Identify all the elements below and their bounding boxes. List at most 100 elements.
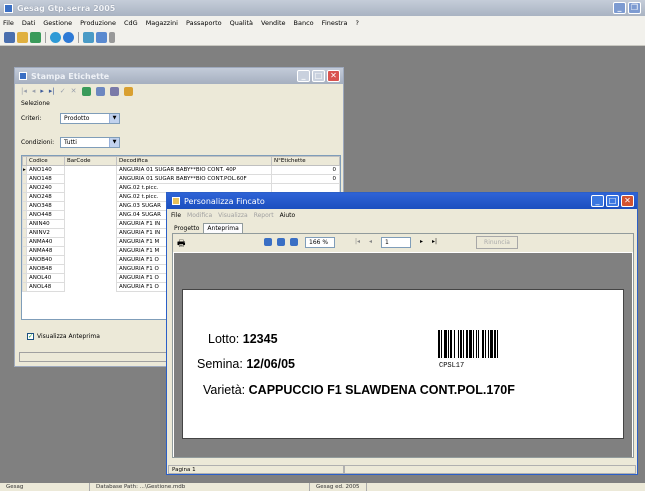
menu-vendite[interactable]: Vendite [261, 19, 286, 27]
cell-codice[interactable]: ANOB40 [26, 255, 65, 265]
zoom-select[interactable]: 166 % [305, 237, 335, 248]
menu-cdg[interactable]: CdG [124, 19, 138, 27]
col-codice[interactable]: Codice [26, 156, 65, 166]
maximize-button[interactable]: □ [312, 70, 325, 82]
menu-passaporto[interactable]: Passaporto [186, 19, 222, 27]
calendar-icon[interactable] [96, 31, 107, 43]
page-view-icon[interactable] [264, 238, 272, 246]
last-record-icon[interactable]: ▸| [49, 87, 55, 95]
stampa-etichette-titlebar: Stampa Etichette _ □ ✕ [15, 68, 343, 84]
next-page-icon[interactable]: ▸ [420, 238, 423, 245]
close-button[interactable]: ✕ [621, 195, 634, 207]
cell-codice[interactable]: ANMA40 [26, 237, 65, 247]
menu-report[interactable]: Report [254, 212, 274, 219]
minimize-button[interactable]: _ [613, 2, 626, 14]
last-page-icon[interactable]: ▸| [432, 238, 437, 245]
refresh-icon[interactable] [83, 31, 94, 43]
maximize-button[interactable]: □ [606, 195, 619, 207]
menu-visualizza[interactable]: Visualizza [218, 212, 248, 219]
col-barcode[interactable]: BarCode [64, 156, 117, 166]
col-netichette[interactable]: N°Etichette [271, 156, 340, 166]
col-decodifica[interactable]: Decodifica [116, 156, 272, 166]
cell-codice[interactable]: ANO240 [26, 183, 65, 193]
prev-record-icon[interactable]: ◂ [32, 87, 36, 95]
visualizza-anteprima-checkbox[interactable]: ✓ Visualizza Anteprima [27, 333, 100, 340]
semina-value: 12/06/05 [246, 357, 296, 371]
chart-icon[interactable] [123, 86, 133, 96]
excel-icon[interactable] [81, 86, 91, 96]
globe-icon[interactable] [50, 31, 61, 43]
tab-progetto[interactable]: Progetto [171, 224, 203, 233]
menu-magazzini[interactable]: Magazzini [146, 19, 178, 27]
close-button[interactable]: ✕ [327, 70, 340, 82]
first-record-icon[interactable]: |◂ [21, 87, 27, 95]
dropdown-icon[interactable] [109, 31, 115, 43]
chevron-down-icon[interactable]: ▼ [109, 138, 119, 147]
globe-alt-icon[interactable] [63, 31, 74, 43]
cell-codice[interactable]: ANOL48 [26, 282, 65, 292]
cell-codice[interactable]: ANINV2 [26, 228, 65, 238]
tab-anteprima[interactable]: Anteprima [203, 223, 243, 233]
restore-button[interactable]: ❐ [628, 2, 641, 14]
criteri-label: Criteri: [21, 115, 42, 122]
prev-page-icon[interactable]: ◂ [369, 238, 372, 245]
varieta-field: Varietà: CAPPUCCIO F1 SLAWDENA CONT.POL.… [203, 383, 515, 397]
minimize-button[interactable]: _ [591, 195, 604, 207]
checkbox-checked-icon[interactable]: ✓ [27, 333, 34, 340]
menu-finestra[interactable]: Finestra [322, 19, 348, 27]
menubar: File Dati Gestione Produzione CdG Magazz… [0, 16, 645, 29]
rinuncia-button[interactable]: Rinuncia [476, 236, 518, 249]
cancel-icon[interactable]: ✕ [71, 87, 77, 95]
table-row[interactable]: ▸ ANO140 ANGURIA 01 SUGAR BABY**BIO CONT. … [22, 165, 340, 205]
cell-codice[interactable]: ANO140 [26, 165, 65, 175]
cell-netichette[interactable]: 0 [271, 174, 340, 184]
table-row[interactable]: ANO148 ANGURIA 01 SUGAR BABY**BIO CONT.PO… [22, 174, 340, 205]
cell-decodifica[interactable]: ANGURIA 01 SUGAR BABY**BIO CONT.POL.60F [116, 174, 272, 184]
criteri-value: Prodotto [64, 115, 90, 122]
lotto-field: Lotto: 12345 [208, 332, 278, 346]
selezione-label: Selezione [21, 100, 50, 107]
minimize-button[interactable]: _ [297, 70, 310, 82]
print-icon[interactable] [109, 86, 119, 96]
cell-netichette[interactable]: 0 [271, 165, 340, 175]
cell-codice[interactable]: ANMA48 [26, 246, 65, 256]
cell-codice[interactable]: ANO448 [26, 210, 65, 220]
criteri-select[interactable]: Prodotto ▼ [60, 113, 120, 124]
menu-file[interactable]: File [3, 19, 14, 27]
menu-file[interactable]: File [171, 212, 181, 219]
chevron-down-icon[interactable]: ▼ [109, 114, 119, 123]
condizioni-label: Condizioni: [21, 139, 55, 146]
menu-produzione[interactable]: Produzione [80, 19, 116, 27]
next-record-icon[interactable]: ▸ [40, 87, 44, 95]
varieta-key: Varietà: [203, 383, 246, 397]
first-page-icon[interactable]: |◂ [355, 238, 360, 245]
save-icon[interactable] [4, 31, 15, 43]
cell-codice[interactable]: ANOB48 [26, 264, 65, 274]
semina-key: Semina: [197, 357, 243, 371]
page-input[interactable]: 1 [381, 237, 411, 248]
menu-dati[interactable]: Dati [22, 19, 35, 27]
open-folder-icon[interactable] [17, 31, 28, 43]
two-pages-icon[interactable] [277, 238, 285, 246]
cell-codice[interactable]: ANIN40 [26, 219, 65, 229]
menu-banco[interactable]: Banco [294, 19, 314, 27]
multi-page-icon[interactable] [290, 238, 298, 246]
menu-aiuto[interactable]: Aiuto [280, 212, 296, 219]
cell-codice[interactable]: ANO248 [26, 192, 65, 202]
tools-icon[interactable] [30, 31, 41, 43]
condizioni-select[interactable]: Tutti ▼ [60, 137, 120, 148]
toolbar-separator [45, 31, 46, 43]
cell-codice[interactable]: ANOL40 [26, 273, 65, 283]
print-icon[interactable]: 🖶 [177, 236, 186, 252]
menu-modifica[interactable]: Modifica [187, 212, 212, 219]
cell-decodifica[interactable]: ANGURIA 01 SUGAR BABY**BIO CONT. 40P [116, 165, 272, 175]
fincato-tabs: Progetto Anteprima [167, 221, 637, 233]
copy-icon[interactable] [95, 86, 105, 96]
lotto-value: 12345 [242, 332, 278, 346]
confirm-icon[interactable]: ✓ [60, 87, 66, 95]
menu-help[interactable]: ? [355, 19, 358, 27]
cell-codice[interactable]: ANO148 [26, 174, 65, 184]
menu-qualita[interactable]: Qualità [230, 19, 253, 27]
menu-gestione[interactable]: Gestione [43, 19, 72, 27]
cell-codice[interactable]: ANO348 [26, 201, 65, 211]
